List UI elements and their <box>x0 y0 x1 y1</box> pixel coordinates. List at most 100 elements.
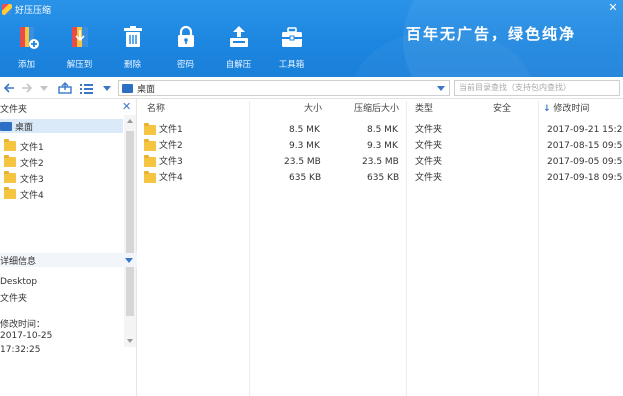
column-header-modified-label: 修改时间 <box>553 104 590 114</box>
row-compressed-size: 23.5 MB <box>362 157 399 167</box>
tree-scrollbar[interactable] <box>124 115 136 347</box>
folder-icon <box>144 171 156 183</box>
row-type: 文件夹 <box>415 141 443 151</box>
search-input[interactable]: 当前目录查找（支持包内查找） <box>454 80 620 96</box>
detail-date: 2017-10-25 <box>0 331 53 341</box>
folder-icon <box>4 171 16 183</box>
tree-item-file4[interactable]: 文件4 <box>0 187 123 201</box>
scroll-up-icon[interactable] <box>127 119 133 123</box>
up-folder-button[interactable] <box>57 80 73 96</box>
self-extract-label: 自解压 <box>225 60 252 70</box>
detail-info-title: 详细信息 <box>0 257 37 267</box>
slogan-text: 百年无广告，绿色纯净 <box>406 25 577 43</box>
toolbar: 添加 解压到 删除 密码 自解压 工具箱 <box>0 18 318 74</box>
row-compressed-size: 8.5 MK <box>367 125 398 135</box>
up-folder-icon <box>58 82 72 94</box>
folder-icon <box>4 155 16 167</box>
navigation-bar: 桌面 当前目录查找（支持包内查找） <box>0 77 623 99</box>
row-name: 文件1 <box>159 125 183 135</box>
detail-time: 17:32:25 <box>0 345 41 355</box>
address-text: 桌面 <box>137 85 156 95</box>
row-name: 文件4 <box>159 173 183 183</box>
folder-icon <box>144 123 156 135</box>
row-name: 文件2 <box>159 141 183 151</box>
row-modified: 2017-09-18 09:5 <box>547 173 623 183</box>
close-window-button[interactable]: ✕ <box>603 1 623 15</box>
table-row[interactable]: 文件3 23.5 MB 23.5 MB 文件夹 2017-09-05 09:5 <box>138 154 623 170</box>
forward-arrow-icon <box>22 83 33 93</box>
tree-item-desktop[interactable]: 桌面 <box>0 119 123 133</box>
add-button[interactable]: 添加 <box>0 18 53 74</box>
top-banner: 好压压缩 ✕ 添加 解压到 删除 密码 自解压 工具箱 百年无广告，绿色纯净 <box>0 0 623 77</box>
scroll-down-icon[interactable] <box>127 339 133 343</box>
history-dropdown-button[interactable] <box>36 80 52 96</box>
column-header-modified[interactable]: ↓ 修改时间 <box>543 101 589 117</box>
table-row[interactable]: 文件2 9.3 MK 9.3 MK 文件夹 2017-08-15 09:5 <box>138 138 623 154</box>
column-header-compressed-size[interactable]: 压缩后大小 <box>354 101 399 117</box>
folder-icon <box>144 155 156 167</box>
delete-label: 删除 <box>123 60 141 70</box>
tree-item-file2[interactable]: 文件2 <box>0 155 123 169</box>
row-compressed-size: 635 KB <box>367 173 400 183</box>
app-logo-icon <box>2 3 12 15</box>
row-compressed-size: 9.3 MK <box>367 141 398 151</box>
extract-to-label: 解压到 <box>66 60 93 70</box>
forward-button[interactable] <box>19 80 35 96</box>
folder-tree-title: 文件夹 <box>0 105 28 115</box>
password-lock-icon <box>177 25 194 47</box>
table-row[interactable]: 文件1 8.5 MK 8.5 MK 文件夹 2017-09-21 15:2 <box>138 122 623 138</box>
password-button[interactable]: 密码 <box>159 18 212 74</box>
tree-item-label: 文件3 <box>20 174 44 185</box>
row-type: 文件夹 <box>415 173 443 183</box>
row-type: 文件夹 <box>415 125 443 135</box>
row-modified: 2017-08-15 09:5 <box>547 141 623 151</box>
folder-icon <box>4 187 16 199</box>
folder-icon <box>144 139 156 151</box>
folder-tree-header: 文件夹 ✕ <box>0 100 137 115</box>
password-label: 密码 <box>176 60 194 70</box>
app-title-text: 好压压缩 <box>15 5 52 16</box>
self-extract-button[interactable]: 自解压 <box>212 18 265 74</box>
file-list-pane: 名称 大小 压缩后大小 类型 安全 ↓ 修改时间 文件1 8.5 MK 8.5 … <box>138 99 623 396</box>
add-label: 添加 <box>17 60 35 70</box>
row-size: 8.5 MK <box>289 125 320 135</box>
toolbox-button[interactable]: 工具箱 <box>265 18 318 74</box>
detail-info-header[interactable]: 详细信息 <box>0 253 137 267</box>
close-pane-icon[interactable]: ✕ <box>122 100 131 113</box>
sort-descending-icon: ↓ <box>543 104 551 114</box>
address-bar[interactable]: 桌面 <box>118 80 450 96</box>
column-header-type[interactable]: 类型 <box>415 101 433 117</box>
scrollbar-thumb[interactable] <box>126 131 134 316</box>
row-size: 9.3 MK <box>289 141 320 151</box>
folder-tree-pane: 文件夹 ✕ 桌面 文件1 文件2 文件3 文件4 详细信息 Desktop 文件… <box>0 99 137 396</box>
extract-to-button[interactable]: 解压到 <box>53 18 106 74</box>
row-modified: 2017-09-05 09:5 <box>547 157 623 167</box>
row-name: 文件3 <box>159 157 183 167</box>
tree-item-file3[interactable]: 文件3 <box>0 171 123 185</box>
chevron-down-icon <box>40 86 48 91</box>
row-type: 文件夹 <box>415 157 443 167</box>
row-modified: 2017-09-21 15:2 <box>547 125 623 135</box>
detail-name: Desktop <box>0 277 38 287</box>
tree-item-label: 文件4 <box>20 190 44 201</box>
delete-button[interactable]: 删除 <box>106 18 159 74</box>
table-row[interactable]: 文件4 635 KB 635 KB 文件夹 2017-09-18 09:5 <box>138 170 623 186</box>
column-header-security[interactable]: 安全 <box>493 101 511 117</box>
toolbox-icon <box>281 27 302 47</box>
view-mode-button[interactable] <box>78 80 94 96</box>
address-dropdown-icon[interactable] <box>437 86 445 91</box>
column-header-size[interactable]: 大小 <box>304 101 322 117</box>
tree-item-file1[interactable]: 文件1 <box>0 139 123 153</box>
column-header-name[interactable]: 名称 <box>147 101 165 117</box>
chevron-down-icon[interactable] <box>125 258 133 263</box>
back-arrow-icon <box>3 83 14 93</box>
tree-item-label: 桌面 <box>15 122 34 133</box>
toolbox-label: 工具箱 <box>278 60 305 70</box>
chevron-down-icon <box>103 86 111 91</box>
back-button[interactable] <box>1 80 17 96</box>
extract-to-icon <box>71 27 88 47</box>
view-mode-dropdown-button[interactable] <box>99 80 115 96</box>
app-title: 好压压缩 <box>2 2 51 16</box>
add-archive-icon <box>19 27 39 49</box>
row-size: 23.5 MB <box>284 157 321 167</box>
